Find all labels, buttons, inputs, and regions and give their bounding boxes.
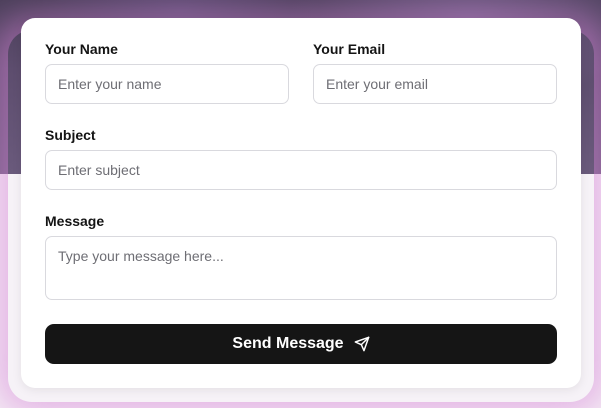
subject-input[interactable] (45, 150, 557, 190)
message-label: Message (45, 213, 105, 229)
subject-label: Subject (45, 127, 96, 143)
send-message-label: Send Message (232, 335, 344, 352)
email-label: Your Email (313, 41, 386, 57)
email-input[interactable] (313, 64, 557, 104)
name-label: Your Name (45, 41, 118, 57)
message-textarea[interactable] (45, 236, 557, 300)
name-input[interactable] (45, 64, 289, 104)
send-message-button[interactable]: Send Message (45, 324, 557, 364)
send-icon (354, 336, 370, 352)
contact-form-card: Your Name Your Email Subject Message Sen… (21, 18, 581, 388)
